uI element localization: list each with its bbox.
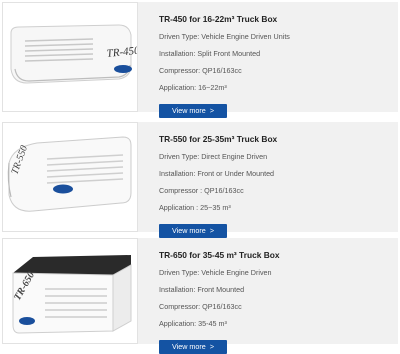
spec-compressor: Compressor: QP16/163cc <box>159 66 242 75</box>
chevron-right-icon: > <box>209 106 215 115</box>
view-more-button[interactable]: View more > <box>159 224 227 238</box>
product-card-tr-450: TR-450 TR-450 for 16-22m³ Truck Box Driv… <box>2 2 398 118</box>
chevron-right-icon: > <box>209 342 215 351</box>
view-more-label: View more <box>171 342 206 351</box>
product-title: TR-650 for 35-45 m³ Truck Box <box>159 250 280 260</box>
product-image-tr-650[interactable]: TR-650 <box>2 238 138 344</box>
spec-driven-type: Driven Type: Direct Engine Driven <box>159 152 268 161</box>
view-more-label: View more <box>171 226 206 235</box>
spec-installation: Installation: Front Mounted <box>159 285 245 294</box>
view-more-label: View more <box>171 106 206 115</box>
spec-compressor: Compressor : QP16/163cc <box>159 186 244 195</box>
product-image-tr-450[interactable]: TR-450 <box>2 2 138 112</box>
spec-application: Application : 25~35 m³ <box>159 203 231 212</box>
spec-installation: Installation: Split Front Mounted <box>159 49 261 58</box>
view-more-button[interactable]: View more > <box>159 340 227 354</box>
product-card-tr-650: TR-650 TR-650 for 35-45 m³ Truck Box Dri… <box>2 238 398 354</box>
product-title: TR-550 for 25-35m³ Truck Box <box>159 134 278 144</box>
spec-application: Application: 16~22m³ <box>159 83 227 92</box>
product-image-tr-550[interactable]: TR-550 <box>2 122 138 232</box>
image-model-label: TR-450 <box>106 45 137 60</box>
spec-compressor: Compressor: QP16/163cc <box>159 302 242 311</box>
chevron-right-icon: > <box>209 226 215 235</box>
view-more-button[interactable]: View more > <box>159 104 227 118</box>
spec-driven-type: Driven Type: Vehicle Engine Driven Units <box>159 32 290 41</box>
spec-application: Application: 35-45 m³ <box>159 319 227 328</box>
spec-driven-type: Driven Type: Vehicle Engine Driven <box>159 268 272 277</box>
spec-installation: Installation: Front or Under Mounted <box>159 169 275 178</box>
product-title: TR-450 for 16-22m³ Truck Box <box>159 14 278 24</box>
product-card-tr-550: TR-550 TR-550 for 25-35m³ Truck Box Driv… <box>2 122 398 238</box>
